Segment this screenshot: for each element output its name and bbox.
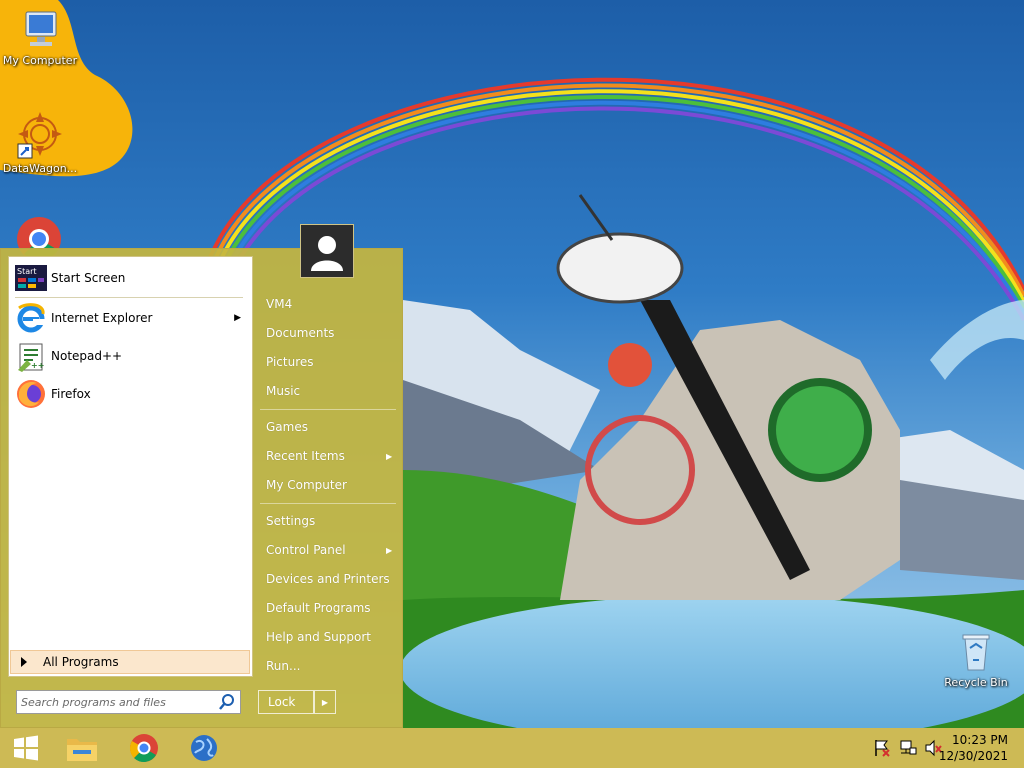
- taskbar-file-explorer[interactable]: [56, 728, 108, 768]
- start-screen-icon: Start: [15, 265, 47, 291]
- desktop-icon-label: My Computer: [2, 54, 78, 67]
- program-firefox[interactable]: Firefox: [15, 377, 247, 411]
- program-start-screen[interactable]: Start Start Screen: [15, 261, 247, 295]
- search-input[interactable]: [17, 692, 218, 712]
- file-explorer-icon: [67, 739, 97, 761]
- network-icon[interactable]: [898, 738, 918, 758]
- program-label: Internet Explorer: [51, 311, 153, 325]
- start-link-run[interactable]: Run...: [266, 659, 300, 673]
- svg-text:++: ++: [31, 361, 44, 370]
- expand-triangle-icon: [21, 657, 27, 667]
- desktop-icon-my-computer[interactable]: My Computer: [0, 8, 80, 67]
- user-account-picture[interactable]: [300, 224, 354, 278]
- svg-text:Start: Start: [17, 267, 37, 276]
- search-box: [16, 690, 241, 714]
- firefox-icon: [17, 380, 45, 408]
- windows-start-icon: [14, 735, 38, 761]
- clock-date: 12/30/2021: [938, 749, 1008, 763]
- power-options-arrow-button[interactable]: ▶: [314, 690, 336, 714]
- start-link-devices-and-printers[interactable]: Devices and Printers: [266, 572, 390, 586]
- program-label: Notepad++: [51, 349, 123, 363]
- program-label: Firefox: [51, 387, 91, 401]
- desktop-icon-label: DataWagon...: [2, 162, 78, 175]
- separator: [260, 409, 396, 410]
- start-menu-program-list: Start Start Screen Internet Explorer ▶ +…: [8, 256, 253, 677]
- program-notepad-plus-plus[interactable]: ++ Notepad++: [15, 339, 247, 373]
- monitor-icon: [25, 11, 57, 46]
- submenu-arrow-icon: ▶: [234, 313, 241, 323]
- network-globe-icon: [191, 735, 217, 761]
- start-link-recent-items[interactable]: Recent Items: [266, 449, 345, 463]
- start-link-music[interactable]: Music: [266, 384, 300, 398]
- recycle-bin-icon: [962, 634, 990, 671]
- chevron-right-icon: ▶: [321, 697, 329, 707]
- start-link-my-computer[interactable]: My Computer: [266, 478, 347, 492]
- datawagon-icon: [17, 112, 62, 159]
- user-silhouette-icon: [301, 225, 353, 277]
- taskbar-chrome[interactable]: [118, 728, 170, 768]
- start-link-control-panel[interactable]: Control Panel: [266, 543, 346, 557]
- submenu-arrow-icon: ▶: [386, 452, 393, 461]
- lock-label: Lock: [268, 695, 296, 709]
- lock-button[interactable]: Lock: [258, 690, 314, 714]
- search-icon[interactable]: [218, 693, 236, 711]
- clock-time: 10:23 PM: [952, 733, 1008, 747]
- start-link-games[interactable]: Games: [266, 420, 308, 434]
- action-center-flag-icon[interactable]: [872, 738, 892, 758]
- all-programs-button[interactable]: All Programs: [10, 650, 250, 674]
- separator: [15, 297, 243, 298]
- notepad-plus-plus-icon: ++: [18, 343, 44, 372]
- start-button[interactable]: [0, 728, 52, 768]
- chrome-icon: [130, 734, 158, 763]
- program-internet-explorer[interactable]: Internet Explorer ▶: [15, 301, 247, 335]
- start-link-help-and-support[interactable]: Help and Support: [266, 630, 371, 644]
- internet-explorer-icon: [17, 303, 45, 333]
- taskbar: 10:23 PM 12/30/2021: [0, 728, 1024, 768]
- start-link-documents[interactable]: Documents: [266, 326, 334, 340]
- start-link-settings[interactable]: Settings: [266, 514, 315, 528]
- desktop-icon-recycle-bin[interactable]: Recycle Bin: [936, 630, 1016, 689]
- start-link-vm4[interactable]: VM4: [266, 297, 292, 311]
- taskbar-network-app[interactable]: [178, 728, 230, 768]
- start-link-default-programs[interactable]: Default Programs: [266, 601, 371, 615]
- separator: [260, 503, 396, 504]
- submenu-arrow-icon: ▶: [386, 546, 393, 555]
- taskbar-clock[interactable]: 10:23 PM 12/30/2021: [939, 732, 1008, 764]
- all-programs-label: All Programs: [43, 655, 119, 669]
- program-label: Start Screen: [51, 271, 126, 285]
- desktop-icon-datawagon[interactable]: DataWagon...: [0, 108, 80, 175]
- start-link-pictures[interactable]: Pictures: [266, 355, 314, 369]
- system-tray: [872, 728, 944, 768]
- desktop-icon-label: Recycle Bin: [944, 676, 1008, 689]
